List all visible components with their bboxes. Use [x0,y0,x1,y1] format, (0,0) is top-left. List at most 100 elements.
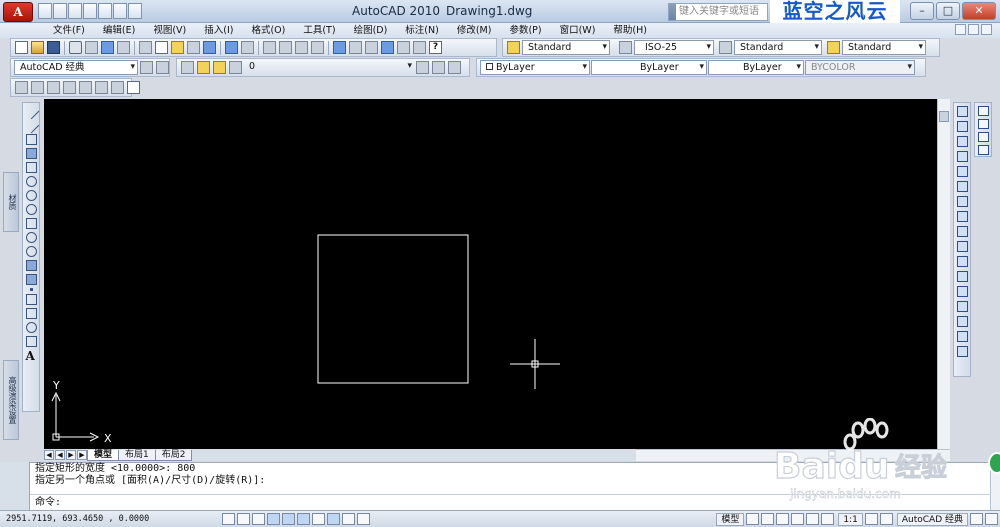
make-block-icon[interactable] [25,274,37,285]
multiline-text-icon[interactable]: A [26,350,37,362]
erase-icon[interactable] [956,106,968,117]
save-toolbar-icon[interactable] [47,41,60,54]
view-top-icon[interactable] [15,81,28,94]
tab-next-icon[interactable]: ▶ [66,450,76,460]
stretch-icon[interactable] [956,226,968,237]
markup-icon[interactable] [397,41,410,54]
linetype-control-select[interactable]: ByLayer [591,60,707,75]
help-search-input[interactable]: 键入关键字或短语 [668,3,768,21]
match-properties-icon[interactable] [187,41,200,54]
menu-modify[interactable]: 修改(M) [448,23,501,38]
workspace-select[interactable]: AutoCAD 经典 [14,60,138,75]
tab-first-icon[interactable]: ◀ [44,450,54,460]
text-style-icon[interactable] [507,41,520,54]
model-space-button[interactable]: 模型 [716,512,745,526]
break-at-point-icon[interactable] [956,271,968,282]
mirror-icon[interactable] [956,136,968,147]
menu-insert[interactable]: 插入(I) [195,23,242,38]
object-snap-tracking-icon[interactable] [297,513,310,525]
join-icon[interactable] [956,301,968,312]
rotate-icon[interactable] [956,196,968,207]
snap-mode-icon[interactable] [222,513,235,525]
table-style-select[interactable]: Standard [734,40,822,55]
maximize-icon[interactable]: □ [936,2,960,20]
pan-icon[interactable] [263,41,276,54]
command-window-handle[interactable] [0,462,30,510]
close-icon[interactable]: ✕ [962,2,996,20]
view-extra-icon[interactable] [127,81,140,94]
save-icon[interactable] [68,3,82,19]
send-to-back-icon[interactable] [977,119,989,129]
rectangle-icon[interactable] [25,162,37,173]
quick-view-drawings-icon[interactable] [761,513,775,525]
horizontal-scrollbar[interactable] [636,449,950,461]
ortho-mode-icon[interactable] [252,513,265,525]
show-lineweight-icon[interactable] [342,513,355,525]
quick-view-layouts-icon[interactable] [746,513,760,525]
offset-icon[interactable] [956,151,968,162]
steering-wheel-icon[interactable] [806,513,820,525]
hatch-icon[interactable] [25,294,37,305]
trim-icon[interactable] [956,241,968,252]
make-object-layer-current-icon[interactable] [416,61,429,74]
dynamic-ucs-icon[interactable] [312,513,325,525]
circle-icon[interactable] [25,190,37,201]
color-control-select[interactable]: ByLayer [480,60,590,75]
annotation-visibility-icon[interactable] [864,513,878,525]
workspace-switch-button[interactable]: AutoCAD 经典 [896,512,968,526]
vertical-scroll-thumb[interactable] [939,111,949,122]
text-style-select[interactable]: Standard [522,40,610,55]
layer-properties-icon[interactable] [181,61,194,74]
tab-last-icon[interactable]: ▶ [77,450,87,460]
showmotion-icon[interactable] [821,513,835,525]
region-icon[interactable] [25,322,37,333]
dim-style-select[interactable]: ISO-25 [634,40,714,55]
advanced-render-palette-tab[interactable]: 高级渲染设置 [3,360,19,440]
layer-previous-icon[interactable] [432,61,445,74]
pan-status-icon[interactable] [776,513,790,525]
qat-dropdown-icon[interactable] [128,3,142,19]
sheet-set-icon[interactable] [381,41,394,54]
doc-restore-icon[interactable] [968,24,979,35]
menu-draw[interactable]: 绘图(D) [345,23,397,38]
zoom-previous-icon[interactable] [311,41,324,54]
bring-above-icon[interactable] [977,132,989,142]
break-icon[interactable] [956,286,968,297]
menu-dimension[interactable]: 标注(N) [396,23,448,38]
copy-object-icon[interactable] [956,121,968,132]
bring-to-front-icon[interactable] [977,106,989,116]
extend-icon[interactable] [956,256,968,267]
open-icon[interactable] [31,41,44,54]
polygon-icon[interactable] [25,148,37,159]
zoom-window-icon[interactable] [295,41,308,54]
clean-screen-icon[interactable] [985,513,998,525]
tab-layout2[interactable]: 布局2 [154,449,193,461]
block-editor-icon[interactable] [203,41,216,54]
cut-icon[interactable] [139,41,152,54]
arc-icon[interactable] [25,176,37,187]
open-file-icon[interactable] [53,3,67,19]
new-file-icon[interactable] [38,3,52,19]
construction-line-icon[interactable] [23,117,39,134]
application-menu-button[interactable]: A [3,2,33,22]
menu-format[interactable]: 格式(O) [242,23,294,38]
object-snap-icon[interactable] [282,513,295,525]
polyline-icon[interactable] [25,134,37,145]
menu-tools[interactable]: 工具(T) [294,23,344,38]
spline-icon[interactable] [25,218,37,229]
gradient-icon[interactable] [25,308,37,319]
view-front-icon[interactable] [31,81,44,94]
publish-icon[interactable] [101,41,114,54]
tab-prev-icon[interactable]: ◀ [55,450,65,460]
table-style-icon[interactable] [719,41,732,54]
explode-icon[interactable] [956,346,968,357]
workspace-settings-icon[interactable] [140,61,153,74]
view-left-icon[interactable] [47,81,60,94]
grid-display-icon[interactable] [237,513,250,525]
annotation-scale-select[interactable]: 1:1 [838,512,863,526]
doc-minimize-icon[interactable] [955,24,966,35]
tab-model[interactable]: 模型 [87,449,120,461]
table-icon[interactable] [25,336,37,347]
lineweight-control-select[interactable]: ByLayer [708,60,804,75]
multileader-style-icon[interactable] [827,41,840,54]
